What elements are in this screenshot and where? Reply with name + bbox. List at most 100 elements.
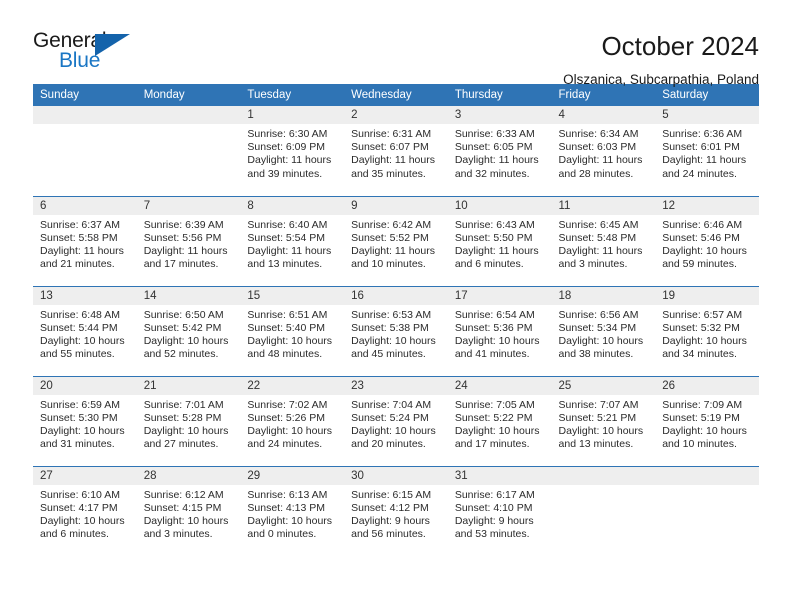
sunrise-text: Sunrise: 6:37 AM <box>40 218 120 231</box>
logo-text-blue: Blue <box>59 49 101 72</box>
calendar-day-cell[interactable]: 22 Sunrise: 7:02 AM Sunset: 5:26 PM Dayligh… <box>240 375 345 466</box>
sunrise-text: Sunrise: 7:01 AM <box>143 398 224 411</box>
sunrise-text: Sunrise: 6:59 AM <box>40 398 120 411</box>
calendar-day-cell[interactable]: 16 Sunrise: 6:53 AM Sunset: 5:38 PM Dayligh… <box>344 285 448 376</box>
day-sun-info: Sunrise: 6:59 AM Sunset: 5:30 PM Daylight:… <box>33 395 137 452</box>
calendar-day-cell[interactable]: 2 Sunrise: 6:31 AM Sunset: 6:07 PM Daylight… <box>344 106 448 196</box>
weekday-header-sunday: Sunday <box>33 84 137 106</box>
calendar-day-cell-empty <box>551 465 656 556</box>
calendar-day-cell[interactable]: 6 Sunrise: 6:37 AM Sunset: 5:58 PM Daylight… <box>33 195 137 286</box>
calendar-day-cell[interactable]: 24 Sunrise: 7:05 AM Sunset: 5:22 PM Dayligh… <box>447 375 552 466</box>
daylight-text-line1: Daylight: 11 hours <box>143 244 228 257</box>
day-number: 25 <box>551 376 656 395</box>
day-number <box>136 106 241 124</box>
daylight-text-line2: and 48 minutes. <box>247 348 323 361</box>
calendar-day-cell[interactable]: 18 Sunrise: 6:56 AM Sunset: 5:34 PM Dayligh… <box>551 285 656 376</box>
daylight-text-line1: Daylight: 10 hours <box>662 424 747 437</box>
calendar-day-cell[interactable]: 8 Sunrise: 6:40 AM Sunset: 5:54 PM Daylight… <box>240 195 345 286</box>
daylight-text-line2: and 35 minutes. <box>351 167 426 180</box>
sunrise-sunset-calendar: Sunday Monday Tuesday Wednesday Thursday… <box>33 84 759 556</box>
daylight-text-line2: and 10 minutes. <box>662 438 737 451</box>
day-sun-info: Sunrise: 6:33 AM Sunset: 6:05 PM Daylight:… <box>448 124 552 181</box>
sunset-text: Sunset: 6:05 PM <box>454 141 533 154</box>
sunrise-text: Sunrise: 6:39 AM <box>143 218 224 231</box>
calendar-day-cell[interactable]: 14 Sunrise: 6:50 AM Sunset: 5:42 PM Dayligh… <box>136 285 241 376</box>
calendar-day-cell[interactable]: 27 Sunrise: 6:10 AM Sunset: 4:17 PM Dayligh… <box>33 465 137 556</box>
sunrise-text: Sunrise: 6:48 AM <box>40 308 120 321</box>
day-number: 9 <box>344 196 448 215</box>
daylight-text-line1: Daylight: 10 hours <box>40 424 125 437</box>
calendar-page: General Blue October 2024 Olszanica, Sub… <box>0 0 792 612</box>
daylight-text-line2: and 24 minutes. <box>662 167 737 180</box>
day-number: 26 <box>655 376 759 395</box>
daylight-text-line2: and 45 minutes. <box>351 348 426 361</box>
day-sun-info: Sunrise: 6:54 AM Sunset: 5:36 PM Daylight:… <box>448 305 552 362</box>
calendar-day-cell[interactable]: 19 Sunrise: 6:57 AM Sunset: 5:32 PM Dayligh… <box>655 285 759 376</box>
day-sun-info: Sunrise: 7:02 AM Sunset: 5:26 PM Daylight:… <box>240 395 344 452</box>
day-sun-info: Sunrise: 7:01 AM Sunset: 5:28 PM Daylight:… <box>137 395 241 452</box>
daylight-text-line1: Daylight: 10 hours <box>454 334 540 347</box>
calendar-day-cell[interactable]: 26 Sunrise: 7:09 AM Sunset: 5:19 PM Dayligh… <box>655 375 759 466</box>
daylight-text-line1: Daylight: 10 hours <box>247 424 333 437</box>
logo-triangle-icon <box>95 34 130 56</box>
sunrise-text: Sunrise: 6:33 AM <box>454 128 535 140</box>
calendar-day-cell[interactable]: 12 Sunrise: 6:46 AM Sunset: 5:46 PM Dayligh… <box>655 195 759 286</box>
general-blue-logo[interactable]: General Blue <box>33 30 143 82</box>
calendar-day-cell[interactable]: 7 Sunrise: 6:39 AM Sunset: 5:56 PM Daylight… <box>136 195 241 286</box>
calendar-day-cell[interactable]: 25 Sunrise: 7:07 AM Sunset: 5:21 PM Dayligh… <box>551 375 656 466</box>
calendar-day-cell[interactable]: 13 Sunrise: 6:48 AM Sunset: 5:44 PM Dayligh… <box>33 285 137 376</box>
daylight-text-line2: and 17 minutes. <box>143 258 219 271</box>
daylight-text-line2: and 0 minutes. <box>247 528 317 541</box>
day-sun-info: Sunrise: 6:39 AM Sunset: 5:56 PM Daylight:… <box>137 215 241 272</box>
calendar-week-row: 6 Sunrise: 6:37 AM Sunset: 5:58 PM Daylight… <box>33 195 759 286</box>
calendar-day-cell[interactable]: 1 Sunrise: 6:30 AM Sunset: 6:09 PM Daylight… <box>240 106 345 196</box>
day-sun-info: Sunrise: 6:53 AM Sunset: 5:38 PM Daylight:… <box>344 305 448 362</box>
weekday-header-friday: Friday <box>551 84 656 106</box>
calendar-day-cell[interactable]: 15 Sunrise: 6:51 AM Sunset: 5:40 PM Dayligh… <box>240 285 345 376</box>
daylight-text-line1: Daylight: 11 hours <box>351 154 435 167</box>
calendar-day-cell[interactable]: 23 Sunrise: 7:04 AM Sunset: 5:24 PM Dayligh… <box>344 375 448 466</box>
sunset-text: Sunset: 5:26 PM <box>247 411 326 424</box>
calendar-day-cell[interactable]: 29 Sunrise: 6:13 AM Sunset: 4:13 PM Dayligh… <box>240 465 345 556</box>
title-block: October 2024 Olszanica, Subcarpathia, Po… <box>563 30 759 87</box>
sunrise-text: Sunrise: 6:15 AM <box>351 488 432 501</box>
calendar-body: 1 Sunrise: 6:30 AM Sunset: 6:09 PM Daylight… <box>33 106 759 556</box>
sunrise-text: Sunrise: 6:54 AM <box>454 308 535 321</box>
day-number: 7 <box>136 196 241 215</box>
calendar-day-cell[interactable]: 17 Sunrise: 6:54 AM Sunset: 5:36 PM Dayligh… <box>447 285 552 376</box>
day-number: 21 <box>136 376 241 395</box>
day-number: 31 <box>447 466 552 485</box>
calendar-day-cell[interactable]: 28 Sunrise: 6:12 AM Sunset: 4:15 PM Dayligh… <box>136 465 241 556</box>
daylight-text-line1: Daylight: 11 hours <box>454 154 539 167</box>
calendar-day-cell[interactable]: 30 Sunrise: 6:15 AM Sunset: 4:12 PM Dayligh… <box>344 465 448 556</box>
sunset-text: Sunset: 4:12 PM <box>351 501 429 514</box>
day-number: 14 <box>136 286 241 305</box>
daylight-text-line2: and 56 minutes. <box>351 528 426 541</box>
sunrise-text: Sunrise: 6:31 AM <box>351 128 432 140</box>
daylight-text-line2: and 55 minutes. <box>40 348 115 361</box>
calendar-day-cell[interactable]: 11 Sunrise: 6:45 AM Sunset: 5:48 PM Dayligh… <box>551 195 656 286</box>
day-sun-info: Sunrise: 6:30 AM Sunset: 6:09 PM Daylight:… <box>240 124 344 181</box>
sunrise-text: Sunrise: 6:17 AM <box>454 488 535 501</box>
sunrise-text: Sunrise: 7:05 AM <box>454 398 535 411</box>
daylight-text-line2: and 20 minutes. <box>351 438 426 451</box>
calendar-day-cell[interactable]: 5 Sunrise: 6:36 AM Sunset: 6:01 PM Daylight… <box>655 106 759 196</box>
calendar-day-cell[interactable]: 31 Sunrise: 6:17 AM Sunset: 4:10 PM Dayligh… <box>447 465 552 556</box>
daylight-text-line1: Daylight: 10 hours <box>247 514 333 527</box>
sunset-text: Sunset: 4:17 PM <box>40 501 118 514</box>
daylight-text-line2: and 6 minutes. <box>40 528 109 541</box>
sunset-text: Sunset: 5:46 PM <box>662 231 740 244</box>
calendar-day-cell[interactable]: 10 Sunrise: 6:43 AM Sunset: 5:50 PM Dayligh… <box>447 195 552 286</box>
calendar-day-cell[interactable]: 4 Sunrise: 6:34 AM Sunset: 6:03 PM Daylight… <box>551 106 656 196</box>
calendar-day-cell[interactable]: 9 Sunrise: 6:42 AM Sunset: 5:52 PM Daylight… <box>344 195 448 286</box>
daylight-text-line1: Daylight: 11 hours <box>351 244 435 257</box>
calendar-day-cell[interactable]: 21 Sunrise: 7:01 AM Sunset: 5:28 PM Dayligh… <box>136 375 241 466</box>
calendar-day-cell[interactable]: 20 Sunrise: 6:59 AM Sunset: 5:30 PM Dayligh… <box>33 375 137 466</box>
daylight-text-line1: Daylight: 10 hours <box>247 334 333 347</box>
day-sun-info: Sunrise: 6:17 AM Sunset: 4:10 PM Daylight:… <box>448 485 552 542</box>
daylight-text-line2: and 21 minutes. <box>40 258 115 271</box>
weekday-header-monday: Monday <box>136 84 241 106</box>
sunrise-text: Sunrise: 6:46 AM <box>662 218 743 231</box>
daylight-text-line1: Daylight: 11 hours <box>454 244 539 257</box>
calendar-day-cell[interactable]: 3 Sunrise: 6:33 AM Sunset: 6:05 PM Daylight… <box>447 106 552 196</box>
